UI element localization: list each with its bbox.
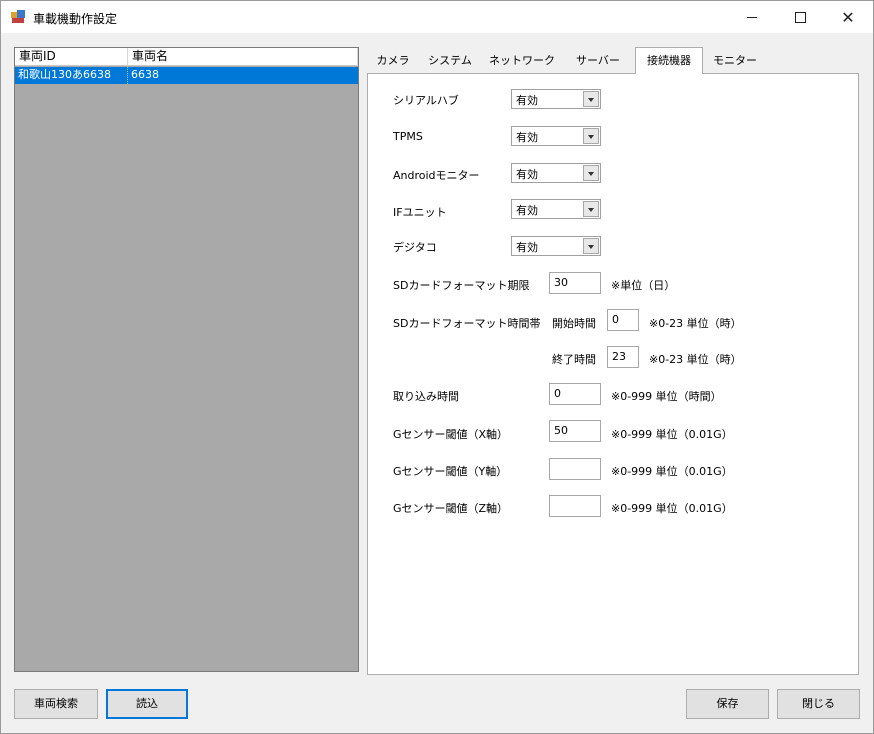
title-bar[interactable]: 車載機動作設定 ✕ bbox=[1, 1, 873, 33]
vehicle-id-cell: 和歌山130あ6638 bbox=[15, 67, 128, 84]
end-time-input[interactable]: 23 bbox=[607, 346, 639, 368]
if-unit-label: IFユニット bbox=[393, 206, 447, 219]
capture-time-unit: ※0-999 単位（時間） bbox=[611, 390, 722, 403]
save-button[interactable]: 保存 bbox=[686, 689, 769, 719]
chevron-down-icon[interactable] bbox=[583, 201, 599, 217]
connected-devices-panel: シリアルハブ 有効 TPMS 有効 Androidモニター 有効 IFユニット … bbox=[367, 73, 859, 675]
tab-system[interactable]: システム bbox=[423, 49, 477, 73]
g-sensor-x-unit: ※0-999 単位（0.01G） bbox=[611, 428, 733, 441]
serial-hub-select[interactable]: 有効 bbox=[511, 89, 601, 109]
g-sensor-y-unit: ※0-999 単位（0.01G） bbox=[611, 465, 733, 478]
digital-tachograph-value: 有効 bbox=[516, 241, 538, 254]
tab-connected-devices[interactable]: 接続機器 bbox=[635, 47, 703, 74]
digital-tachograph-label: デジタコ bbox=[393, 241, 437, 254]
g-sensor-x-input[interactable]: 50 bbox=[549, 420, 601, 442]
chevron-down-icon[interactable] bbox=[583, 128, 599, 144]
sd-format-period-input[interactable]: 30 bbox=[549, 272, 601, 294]
sd-format-period-label: SDカードフォーマット期限 bbox=[393, 279, 530, 292]
list-row-selected[interactable]: 和歌山130あ6638 6638 bbox=[15, 67, 358, 84]
tpms-value: 有効 bbox=[516, 131, 538, 144]
close-window-button[interactable]: ✕ bbox=[825, 1, 871, 33]
if-unit-value: 有効 bbox=[516, 204, 538, 217]
g-sensor-x-label: Gセンサー閾値（X軸） bbox=[393, 428, 509, 441]
chevron-down-icon[interactable] bbox=[583, 238, 599, 254]
capture-time-label: 取り込み時間 bbox=[393, 390, 459, 403]
maximize-icon bbox=[794, 11, 806, 23]
settings-window: 車載機動作設定 ✕ 車両ID 車両名 和歌山130あ6638 6638 カメラ … bbox=[0, 0, 874, 734]
app-icon bbox=[11, 10, 25, 24]
g-sensor-z-input[interactable] bbox=[549, 495, 601, 517]
maximize-button[interactable] bbox=[777, 1, 823, 33]
start-time-label: 開始時間 bbox=[552, 317, 596, 330]
sd-format-time-label: SDカードフォーマット時間帯 bbox=[393, 317, 541, 330]
serial-hub-value: 有効 bbox=[516, 94, 538, 107]
window-title: 車載機動作設定 bbox=[33, 12, 118, 26]
minimize-icon bbox=[747, 16, 757, 18]
vehicle-search-button[interactable]: 車両検索 bbox=[14, 689, 98, 719]
close-button[interactable]: 閉じる bbox=[777, 689, 860, 719]
android-monitor-value: 有効 bbox=[516, 168, 538, 181]
tab-strip: カメラ システム ネットワーク サーバー 接続機器 モニター bbox=[367, 47, 859, 74]
tpms-label: TPMS bbox=[393, 130, 423, 143]
tab-camera[interactable]: カメラ bbox=[371, 49, 415, 73]
serial-hub-label: シリアルハブ bbox=[393, 94, 459, 107]
vehicle-list[interactable]: 車両ID 車両名 和歌山130あ6638 6638 bbox=[14, 47, 359, 672]
minimize-button[interactable] bbox=[729, 1, 775, 33]
tab-monitor[interactable]: モニター bbox=[707, 49, 763, 73]
tab-server[interactable]: サーバー bbox=[567, 49, 629, 73]
vehicle-name-cell: 6638 bbox=[131, 68, 159, 81]
g-sensor-y-input[interactable] bbox=[549, 458, 601, 480]
digital-tachograph-select[interactable]: 有効 bbox=[511, 236, 601, 256]
if-unit-select[interactable]: 有効 bbox=[511, 199, 601, 219]
chevron-down-icon[interactable] bbox=[583, 91, 599, 107]
g-sensor-y-label: Gセンサー閾値（Y軸） bbox=[393, 465, 508, 478]
end-time-unit: ※0-23 単位（時） bbox=[649, 353, 742, 366]
chevron-down-icon[interactable] bbox=[583, 165, 599, 181]
android-monitor-select[interactable]: 有効 bbox=[511, 163, 601, 183]
g-sensor-z-unit: ※0-999 単位（0.01G） bbox=[611, 502, 733, 515]
end-time-label: 終了時間 bbox=[552, 353, 596, 366]
close-icon: ✕ bbox=[841, 7, 855, 27]
load-button[interactable]: 読込 bbox=[106, 689, 188, 719]
start-time-unit: ※0-23 単位（時） bbox=[649, 317, 742, 330]
g-sensor-z-label: Gセンサー閾値（Z軸） bbox=[393, 502, 509, 515]
start-time-input[interactable]: 0 bbox=[607, 309, 639, 331]
tpms-select[interactable]: 有効 bbox=[511, 126, 601, 146]
capture-time-input[interactable]: 0 bbox=[549, 383, 601, 405]
sd-format-period-unit: ※単位（日） bbox=[611, 279, 676, 292]
list-header: 車両ID 車両名 bbox=[15, 48, 358, 66]
column-header-vehicle-id[interactable]: 車両ID bbox=[15, 48, 128, 66]
android-monitor-label: Androidモニター bbox=[393, 169, 480, 182]
tab-network[interactable]: ネットワーク bbox=[485, 49, 559, 73]
column-header-vehicle-name[interactable]: 車両名 bbox=[128, 48, 358, 66]
